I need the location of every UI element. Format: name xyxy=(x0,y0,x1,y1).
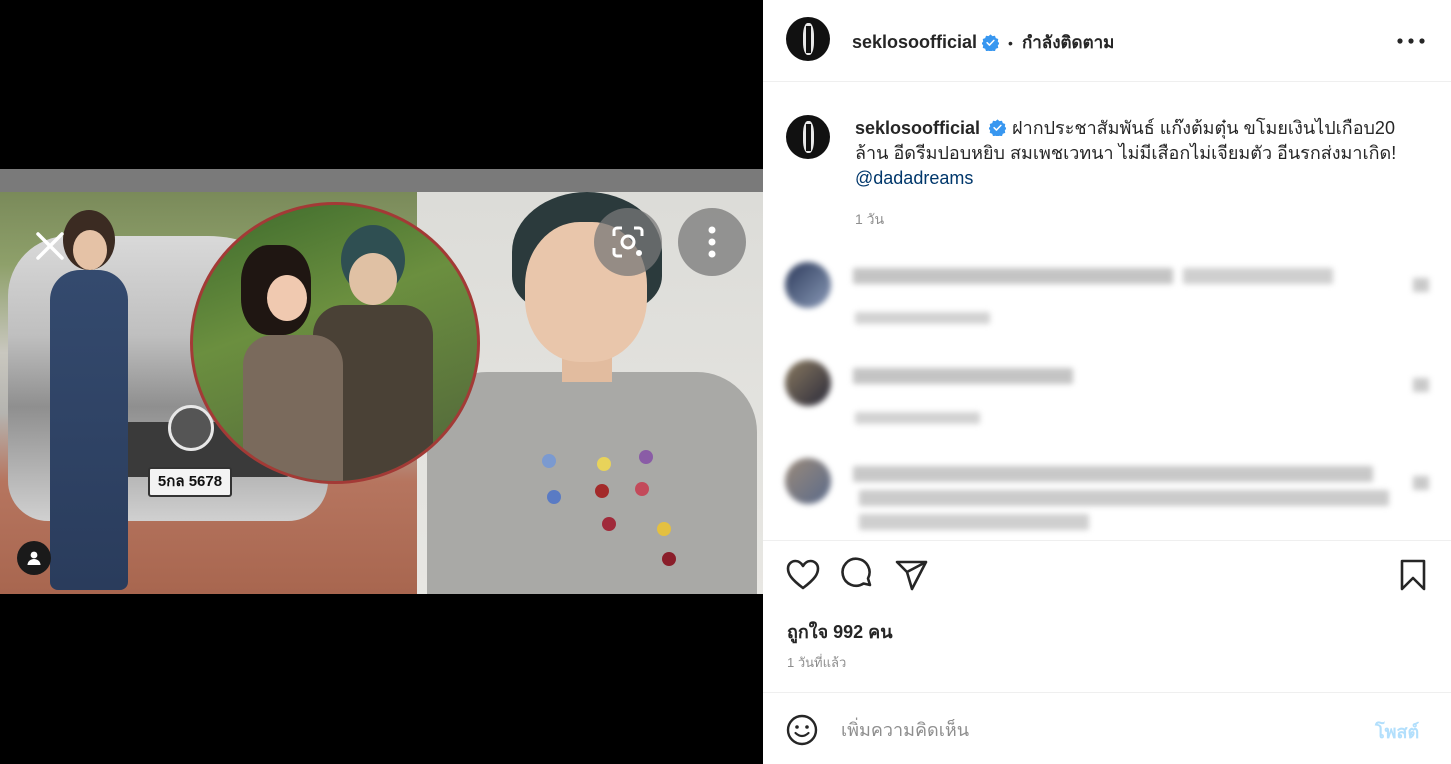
emoji-smile-icon xyxy=(786,714,818,746)
post-comment-button[interactable]: โพสต์ xyxy=(1375,717,1419,746)
lens-scan-icon xyxy=(612,226,644,258)
heart-icon xyxy=(786,559,820,590)
instagram-post-modal: 5กล 5678 seklosoofficial • กำลังติดตาม s… xyxy=(0,0,1451,764)
post-timestamp[interactable]: 1 วันที่แล้ว xyxy=(787,652,846,673)
post-caption: seklosoofficial ฝากประชาสัมพันธ์ แก๊งต้ม… xyxy=(855,116,1425,191)
header-separator: • xyxy=(1008,34,1013,51)
comment-button[interactable] xyxy=(839,555,875,595)
emoji-button[interactable] xyxy=(785,713,819,747)
more-horizontal-icon xyxy=(1397,38,1425,44)
caption-username[interactable]: seklosoofficial xyxy=(855,118,980,138)
post-media-area: 5กล 5678 xyxy=(0,0,763,764)
share-button[interactable] xyxy=(893,555,929,595)
inset-circle-photo xyxy=(190,202,480,484)
actions-divider xyxy=(763,540,1451,541)
bookmark-icon xyxy=(1400,559,1426,591)
close-icon xyxy=(36,232,64,260)
avatar[interactable] xyxy=(786,17,830,61)
header-user-row: seklosoofficial • กำลังติดตาม xyxy=(852,29,1114,56)
comment-bubble-icon xyxy=(841,557,872,588)
image-top-band xyxy=(0,169,763,192)
comment-input[interactable] xyxy=(841,715,1361,745)
save-button[interactable] xyxy=(1395,555,1431,595)
car-emblem xyxy=(168,405,214,451)
caption-avatar[interactable] xyxy=(786,115,830,159)
visual-search-button[interactable] xyxy=(594,208,662,276)
add-comment-bar: โพสต์ xyxy=(763,692,1451,764)
verified-badge-icon xyxy=(982,34,1000,51)
following-button[interactable]: กำลังติดตาม xyxy=(1022,29,1114,56)
paper-plane-icon xyxy=(895,560,928,591)
vertical-more-icon xyxy=(708,226,716,258)
license-plate: 5กล 5678 xyxy=(148,467,232,497)
close-button[interactable] xyxy=(30,226,70,266)
post-actions xyxy=(763,555,1451,599)
tagged-users-button[interactable] xyxy=(17,541,51,575)
post-header: seklosoofficial • กำลังติดตาม xyxy=(763,0,1451,82)
likes-count[interactable]: ถูกใจ 992 คน xyxy=(787,617,893,646)
verified-badge-icon xyxy=(989,119,1007,136)
caption-timestamp[interactable]: 1 วัน xyxy=(855,209,884,231)
more-options-button[interactable] xyxy=(1391,28,1431,54)
user-icon xyxy=(27,551,41,565)
post-details-panel: seklosoofficial • กำลังติดตาม seklosooff… xyxy=(763,0,1451,764)
image-options-button[interactable] xyxy=(678,208,746,276)
caption-mention-link[interactable]: @dadadreams xyxy=(855,168,973,188)
header-username[interactable]: seklosoofficial xyxy=(852,32,977,53)
like-button[interactable] xyxy=(785,555,821,595)
comments-list xyxy=(763,250,1451,540)
